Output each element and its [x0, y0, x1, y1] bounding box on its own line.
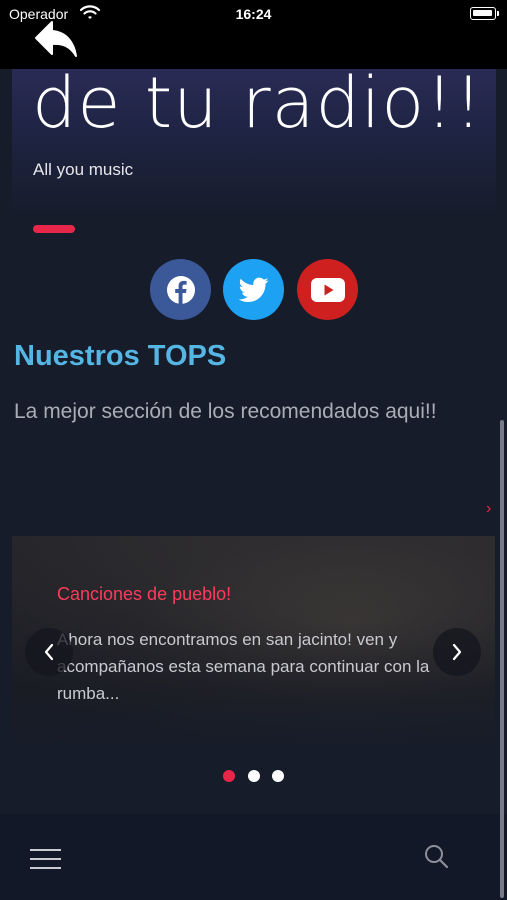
- carousel-prev-button[interactable]: [25, 628, 73, 676]
- slide-body: Ahora nos encontramos en san jacinto! ve…: [57, 630, 430, 703]
- twitter-icon: [238, 277, 268, 302]
- slide-title[interactable]: Canciones de pueblo!: [57, 584, 231, 605]
- carousel-dot-3[interactable]: [272, 770, 284, 782]
- hero-title: de tu radio!!: [32, 62, 484, 144]
- carousel-dot-2[interactable]: [248, 770, 260, 782]
- youtube-button[interactable]: [297, 259, 358, 320]
- back-arrow-icon[interactable]: [32, 18, 80, 65]
- section-next-icon[interactable]: ›: [486, 500, 491, 518]
- twitter-button[interactable]: [223, 259, 284, 320]
- top-bar: Operador 16:24: [0, 0, 507, 69]
- search-icon[interactable]: [424, 844, 450, 875]
- carousel: Canciones de pueblo! Ahora nos encontram…: [12, 536, 495, 752]
- hamburger-menu-icon[interactable]: [30, 848, 62, 875]
- scrollbar[interactable]: [500, 420, 504, 898]
- chevron-left-icon: [44, 643, 54, 661]
- youtube-icon: [310, 277, 345, 302]
- chevron-right-icon: [452, 643, 462, 661]
- battery-icon: [470, 7, 499, 20]
- app-screen: Operador 16:24 de tu radio!! All you mus…: [0, 0, 507, 900]
- section-title: Nuestros TOPS: [14, 340, 227, 372]
- carousel-dot-1[interactable]: [223, 770, 235, 782]
- section-subtitle: La mejor sección de los recomendados aqu…: [14, 400, 437, 423]
- facebook-icon: [166, 275, 195, 304]
- accent-divider: [33, 225, 75, 233]
- carousel-next-button[interactable]: [433, 628, 481, 676]
- facebook-button[interactable]: [150, 259, 211, 320]
- bottom-bar: [0, 814, 507, 900]
- hero-subtitle: All you music: [33, 160, 134, 179]
